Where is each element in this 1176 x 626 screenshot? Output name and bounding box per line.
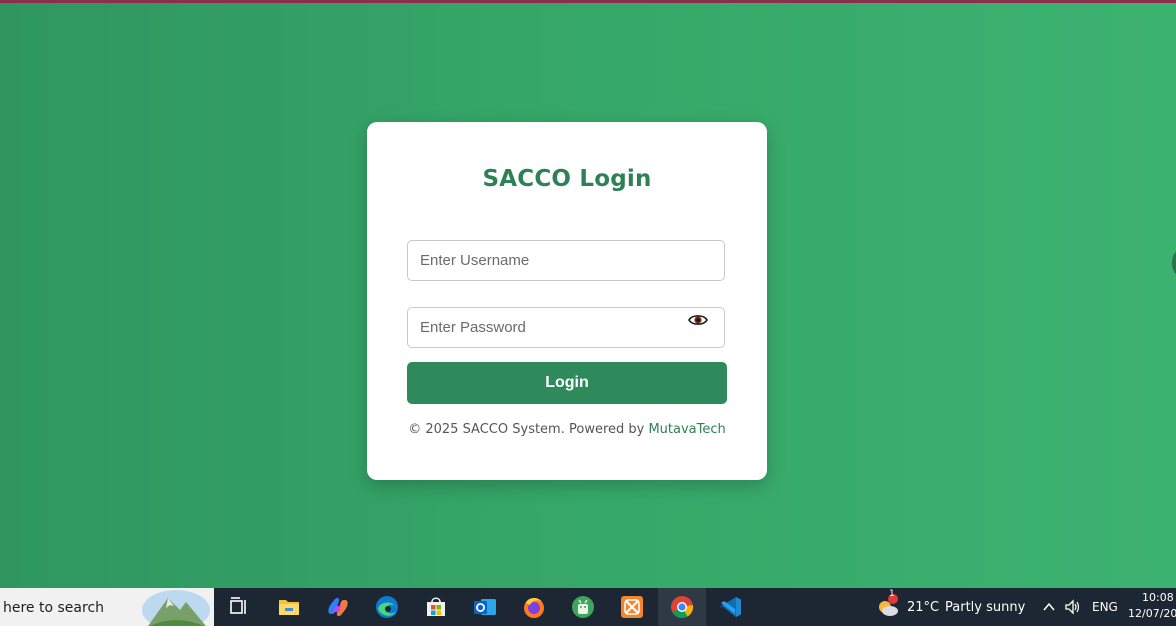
footer-prefix: © 2025 SACCO System. Powered by — [408, 422, 649, 437]
android-icon[interactable] — [570, 594, 596, 620]
search-highlight-icon — [142, 590, 210, 626]
taskbar: here to search 1 21°C Partly sunny ENG 1… — [0, 588, 1176, 626]
login-button[interactable]: Login — [407, 362, 727, 404]
temperature[interactable]: 21°C — [907, 600, 939, 615]
weather-status[interactable]: Partly sunny — [945, 600, 1025, 615]
chevron-up-icon[interactable] — [1042, 600, 1056, 614]
xampp-icon[interactable] — [619, 594, 645, 620]
volume-icon[interactable] — [1064, 599, 1082, 615]
show-password-eye-icon[interactable] — [688, 313, 708, 327]
outlook-icon[interactable] — [472, 594, 498, 620]
edge-icon[interactable] — [374, 594, 400, 620]
search-placeholder: here to search — [3, 600, 105, 616]
chrome-icon[interactable] — [669, 594, 695, 620]
language-indicator[interactable]: ENG — [1092, 600, 1118, 614]
system-clock[interactable]: 10:08 12/07/202 — [1122, 590, 1176, 622]
copilot-icon[interactable] — [325, 594, 351, 620]
clock-date: 12/07/202 — [1128, 607, 1176, 620]
weather-partly-sunny-icon[interactable] — [874, 594, 900, 620]
weather-badge: 1 — [889, 589, 895, 599]
footer-copyright: © 2025 SACCO System. Powered by MutavaTe… — [367, 422, 767, 437]
browser-top-strip — [0, 0, 1176, 3]
edge-scroll-knob[interactable] — [1172, 250, 1176, 276]
clock-time: 10:08 — [1142, 591, 1174, 604]
login-card: SACCO Login Login © 2025 SACCO System. P… — [367, 122, 767, 480]
vscode-icon[interactable] — [718, 594, 744, 620]
taskbar-search-box[interactable]: here to search — [0, 588, 214, 626]
file-explorer-icon[interactable] — [276, 594, 302, 620]
username-input[interactable] — [408, 241, 724, 280]
password-input[interactable] — [408, 308, 724, 347]
username-field-wrapper — [407, 240, 725, 281]
page-title: SACCO Login — [482, 166, 652, 192]
footer-link-mutavatech[interactable]: MutavaTech — [648, 422, 725, 437]
store-icon[interactable] — [423, 594, 449, 620]
password-field-wrapper — [407, 307, 725, 348]
task-view-icon[interactable] — [226, 594, 252, 620]
firefox-icon[interactable] — [521, 594, 547, 620]
